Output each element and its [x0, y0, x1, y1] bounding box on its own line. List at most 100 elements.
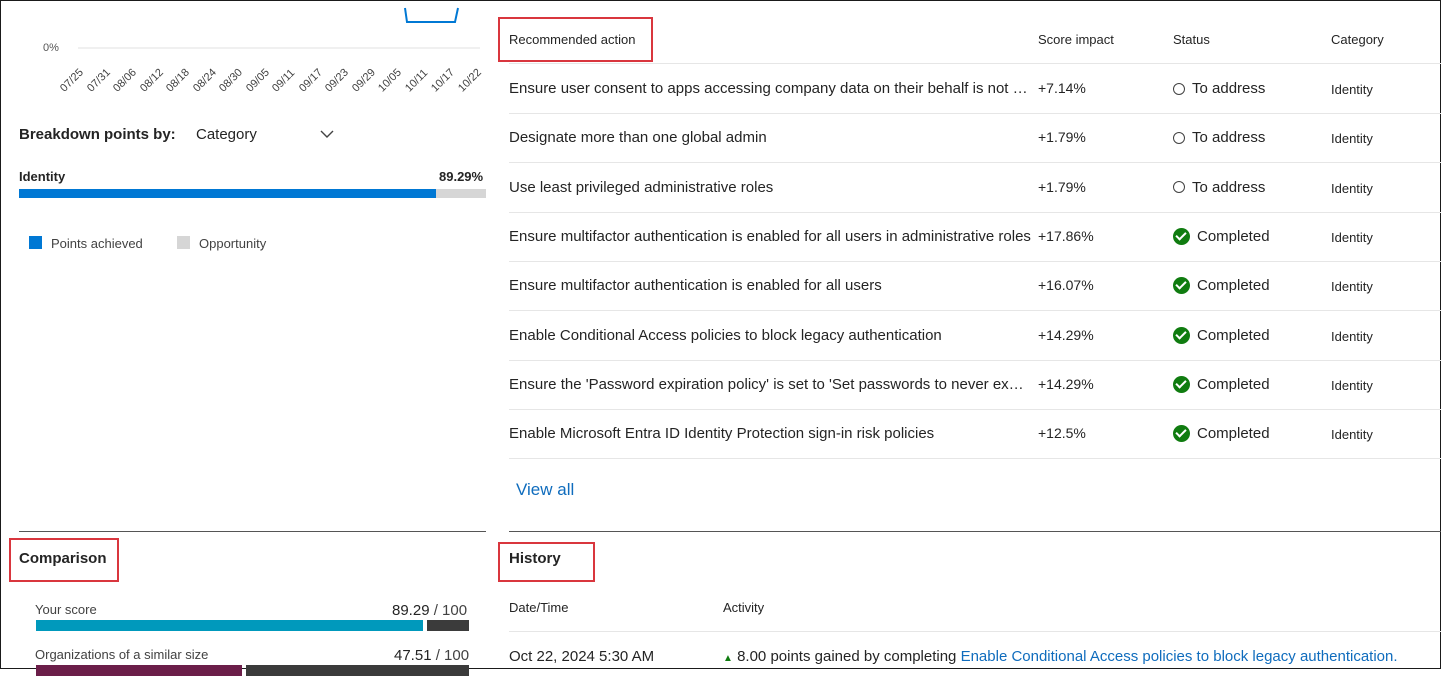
- category: Identity: [1331, 82, 1373, 97]
- status: To address: [1173, 129, 1265, 146]
- your-score-value: 89.29 / 100: [392, 602, 467, 619]
- similar-orgs-label: Organizations of a similar size: [35, 647, 209, 662]
- empty-circle-icon: [1173, 181, 1185, 194]
- similar-orgs-max: / 100: [435, 647, 470, 664]
- action-name: Ensure multifactor authentication is ena…: [509, 277, 882, 295]
- status: Completed: [1173, 425, 1270, 443]
- action-name: Ensure the 'Password expiration policy' …: [509, 375, 1031, 393]
- your-score-number: 89.29: [392, 602, 430, 619]
- category: Identity: [1331, 427, 1373, 443]
- history-activity-text: 8.00 points gained by completing: [737, 648, 957, 665]
- similar-orgs-value: 47.51 / 100: [394, 647, 469, 664]
- history-header-datetime[interactable]: Date/Time: [509, 600, 568, 615]
- recommended-action-row[interactable]: Designate more than one global admin +1.7…: [509, 113, 1441, 164]
- breakdown-category-dropdown[interactable]: Category: [196, 126, 341, 146]
- similar-orgs-bar: [36, 665, 469, 676]
- score-impact: +16.07%: [1038, 277, 1094, 294]
- status-label: To address: [1192, 80, 1266, 97]
- action-name: Ensure multifactor authentication is ena…: [509, 227, 1031, 245]
- check-circle-icon: [1173, 326, 1190, 344]
- comparison-divider: [19, 531, 486, 532]
- history-divider: [509, 531, 1441, 532]
- similar-orgs-number: 47.51: [394, 647, 432, 664]
- highlight-recommended-action: [498, 17, 653, 62]
- legend-opportunity: Opportunity: [199, 236, 267, 251]
- y-axis-label: 0%: [43, 42, 59, 54]
- category: Identity: [1331, 229, 1373, 245]
- recommended-action-row[interactable]: Enable Microsoft Entra ID Identity Prote…: [509, 409, 1441, 460]
- check-circle-icon: [1173, 375, 1190, 393]
- status-label: Completed: [1197, 425, 1270, 443]
- your-score-label: Your score: [35, 602, 97, 617]
- recommended-action-row[interactable]: Ensure multifactor authentication is ena…: [509, 261, 1441, 312]
- status-label: Completed: [1197, 227, 1270, 245]
- similar-orgs-bar-fill: [36, 665, 242, 676]
- breakdown-bar-fill: [19, 189, 436, 198]
- your-score-bar: [36, 620, 469, 631]
- comparison-title: Comparison: [19, 550, 107, 567]
- history-header-divider: [509, 631, 1441, 632]
- chevron-down-icon: [320, 130, 334, 138]
- points-achieved-swatch: [29, 236, 42, 249]
- status: To address: [1173, 80, 1265, 97]
- category: Identity: [1331, 377, 1373, 393]
- check-circle-icon: [1173, 277, 1190, 295]
- action-name: Ensure user consent to apps accessing co…: [509, 80, 1031, 97]
- column-header-status[interactable]: Status: [1173, 32, 1210, 47]
- action-name: Enable Microsoft Entra ID Identity Prote…: [509, 425, 935, 443]
- check-circle-icon: [1173, 227, 1190, 245]
- empty-circle-icon: [1173, 131, 1185, 144]
- action-name: Designate more than one global admin: [509, 129, 767, 147]
- column-header-category[interactable]: Category: [1331, 32, 1384, 47]
- score-impact: +7.14%: [1038, 80, 1086, 96]
- action-name: Enable Conditional Access policies to bl…: [509, 326, 942, 344]
- legend-points-achieved: Points achieved: [51, 236, 143, 251]
- recommended-action-row[interactable]: Ensure user consent to apps accessing co…: [509, 64, 1441, 114]
- status: Completed: [1173, 375, 1270, 393]
- score-impact: +17.86%: [1038, 227, 1094, 244]
- status: To address: [1173, 179, 1265, 196]
- history-header-activity[interactable]: Activity: [723, 600, 764, 615]
- status: Completed: [1173, 326, 1270, 344]
- status-label: To address: [1192, 178, 1266, 196]
- your-score-bar-fill: [36, 620, 423, 631]
- column-header-score-impact[interactable]: Score impact: [1038, 32, 1114, 47]
- action-name: Use least privileged administrative role…: [509, 178, 774, 196]
- history-title: History: [509, 550, 561, 567]
- status-label: Completed: [1197, 326, 1270, 344]
- similar-orgs-bar-remainder: [246, 665, 469, 676]
- your-score-max: / 100: [433, 602, 468, 619]
- recommended-action-row[interactable]: Enable Conditional Access policies to bl…: [509, 311, 1441, 361]
- category: Identity: [1331, 279, 1373, 295]
- your-score-bar-remainder: [427, 620, 469, 631]
- status-label: To address: [1192, 129, 1266, 147]
- category: Identity: [1331, 131, 1373, 147]
- recommended-action-row[interactable]: Ensure multifactor authentication is ena…: [509, 212, 1441, 262]
- dropdown-selected-value: Category: [196, 126, 257, 143]
- recommended-action-row[interactable]: Use least privileged administrative role…: [509, 163, 1441, 213]
- score-impact: +1.79%: [1038, 178, 1086, 195]
- score-impact: +14.29%: [1038, 326, 1094, 343]
- breakdown-item-name: Identity: [19, 169, 66, 184]
- opportunity-swatch: [177, 236, 190, 249]
- status-label: Completed: [1197, 375, 1270, 393]
- history-row-activity: ▲ 8.00 points gained by completing Enabl…: [723, 648, 1441, 665]
- score-impact: +12.5%: [1038, 425, 1086, 442]
- view-all-link[interactable]: View all: [516, 480, 574, 500]
- breakdown-label: Breakdown points by:: [19, 126, 176, 143]
- history-activity-link[interactable]: Enable Conditional Access policies to bl…: [961, 648, 1398, 665]
- history-row-datetime: Oct 22, 2024 5:30 AM: [509, 648, 655, 665]
- score-impact: +14.29%: [1038, 375, 1094, 392]
- empty-circle-icon: [1173, 82, 1185, 95]
- score-impact: +1.79%: [1038, 129, 1086, 146]
- status: Completed: [1173, 277, 1270, 295]
- status-label: Completed: [1197, 277, 1270, 295]
- score-trend-chart: [78, 7, 480, 49]
- triangle-up-icon: ▲: [723, 653, 733, 664]
- recommended-action-row[interactable]: Ensure the 'Password expiration policy' …: [509, 360, 1441, 410]
- breakdown-bar-track: [19, 189, 486, 198]
- category: Identity: [1331, 328, 1373, 344]
- breakdown-item-percent: 89.29%: [439, 169, 484, 184]
- category: Identity: [1331, 180, 1373, 196]
- trend-line: [404, 7, 459, 23]
